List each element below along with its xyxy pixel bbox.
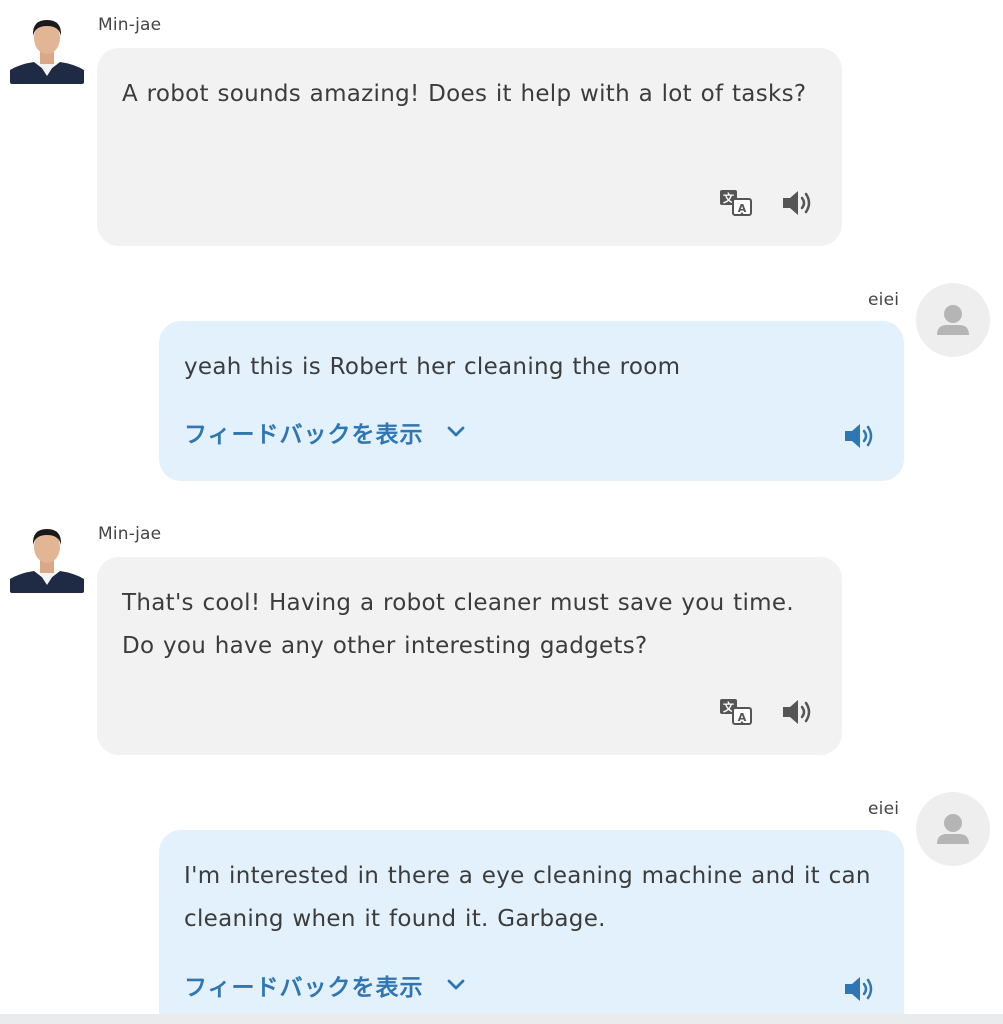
bottom-scroll-edge	[0, 1014, 1003, 1024]
user-message-bubble: yeah this is Robert her cleaning the roo…	[159, 321, 904, 481]
user-avatar	[916, 283, 990, 357]
message-text: That's cool! Having a robot cleaner must…	[122, 590, 794, 659]
speaker-icon[interactable]	[841, 972, 877, 1006]
sender-name: eiei	[868, 799, 900, 819]
message-text: yeah this is Robert her cleaning the roo…	[184, 354, 681, 380]
chevron-down-icon	[446, 972, 466, 998]
ai-message-bubble: That's cool! Having a robot cleaner must…	[97, 557, 842, 755]
user-silhouette-icon	[937, 305, 969, 335]
translate-icon[interactable]: 文 A	[717, 695, 755, 729]
svg-text:A: A	[738, 202, 747, 215]
ai-avatar	[10, 10, 84, 84]
svg-text:A: A	[738, 711, 747, 724]
ai-avatar	[10, 519, 84, 593]
speaker-icon[interactable]	[779, 186, 815, 220]
ai-message-bubble: A robot sounds amazing! Does it help wit…	[97, 48, 842, 246]
user-avatar	[916, 792, 990, 866]
translate-icon[interactable]: 文 A	[717, 186, 755, 220]
show-feedback-button[interactable]: フィードバックを表示	[184, 415, 466, 449]
user-silhouette-icon	[937, 814, 969, 844]
speaker-icon[interactable]	[779, 695, 815, 729]
sender-name: Min-jae	[98, 15, 162, 35]
message-text: A robot sounds amazing! Does it help wit…	[122, 81, 807, 107]
message-text: I'm interested in there a eye cleaning m…	[184, 863, 871, 932]
feedback-label: フィードバックを表示	[184, 975, 424, 1001]
show-feedback-button[interactable]: フィードバックを表示	[184, 968, 466, 1002]
feedback-label: フィードバックを表示	[184, 422, 424, 448]
user-message-bubble: I'm interested in there a eye cleaning m…	[159, 830, 904, 1014]
sender-name: Min-jae	[98, 524, 162, 544]
speaker-icon[interactable]	[841, 419, 877, 453]
chevron-down-icon	[446, 419, 466, 445]
sender-name: eiei	[868, 290, 900, 310]
